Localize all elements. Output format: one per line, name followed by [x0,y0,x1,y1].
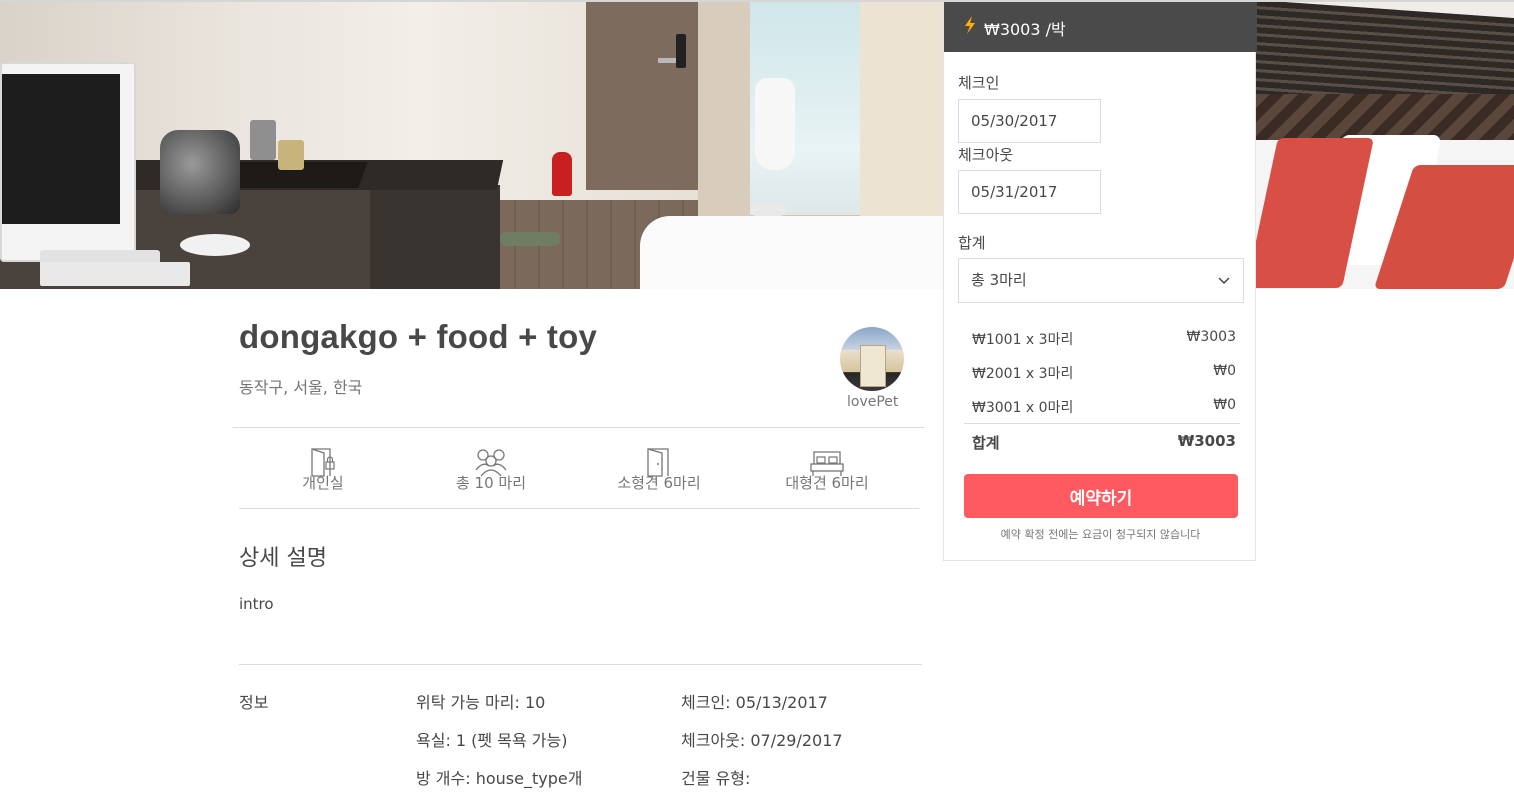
price-line-amount: ₩0 [1213,397,1236,413]
checkout-date-input[interactable]: 05/31/2017 [958,170,1101,214]
price-line: ₩3001 x 0마리 ₩0 [972,397,1236,417]
book-button[interactable]: 예약하기 [964,474,1238,518]
listing-photo[interactable] [0,0,1514,289]
pet-count-select[interactable]: 총 3마리 [958,258,1244,303]
price-line-label: ₩1001 x 3마리 [972,332,1074,348]
price-line-amount: ₩0 [1213,363,1236,379]
info-capacity: 위탁 가능 마리: 10 [416,693,546,712]
checkout-label: 체크아웃 [958,146,1014,164]
amenity-label: 총 10 마리 [455,474,527,492]
info-checkout: 체크아웃: 07/29/2017 [681,731,843,750]
booking-card: ₩3003 /박 체크인 05/30/2017 체크아웃 05/31/2017 … [943,2,1257,561]
lightning-icon [965,16,975,34]
info-heading: 정보 [239,693,269,712]
info-building-type: 건물 유형: [681,769,751,788]
guests-label: 합계 [958,234,986,252]
listing-title: dongakgo + food + toy [239,318,598,355]
total-amount: ₩3003 [1177,432,1236,450]
host-avatar[interactable] [840,327,904,391]
amenity-small-dogs: 소형견 6마리 [574,446,744,493]
checkin-label: 체크인 [958,74,1000,92]
chevron-down-icon [1218,277,1230,285]
amenity-room-type: 개인실 [238,446,408,493]
price-line: ₩1001 x 3마리 ₩3003 [972,329,1236,349]
divider [233,427,924,428]
listing-location: 동작구, 서울, 한국 [239,378,363,397]
info-checkin: 체크인: 05/13/2017 [681,693,828,712]
total-row: 합계 ₩3003 [972,432,1236,453]
description-heading: 상세 설명 [239,546,327,571]
price-line-label: ₩3001 x 0마리 [972,400,1074,416]
price-per-night: ₩3003 /박 [984,20,1066,39]
divider [239,508,919,509]
amenity-label: 개인실 [302,474,344,492]
checkin-date-input[interactable]: 05/30/2017 [958,99,1101,143]
host-name[interactable]: lovePet [847,394,898,410]
amenity-label: 소형견 6마리 [617,474,701,492]
price-line: ₩2001 x 3마리 ₩0 [972,363,1236,383]
divider [964,423,1240,424]
booking-note: 예약 확정 전에는 요금이 청구되지 않습니다 [1000,528,1201,541]
room-door [586,0,698,190]
amenity-capacity: 총 10 마리 [406,446,576,493]
info-bath: 욕실: 1 (펫 목욕 가능) [416,731,568,750]
description-text: intro [239,595,274,613]
price-header: ₩3003 /박 [944,2,1257,52]
price-line-label: ₩2001 x 3마리 [972,366,1074,382]
price-line-amount: ₩3003 [1186,329,1236,345]
divider [239,664,922,665]
listing-page: dongakgo + food + toy 동작구, 서울, 한국 lovePe… [0,0,1514,809]
amenity-large-dogs: 대형견 6마리 [742,446,912,493]
total-label: 합계 [972,434,1000,452]
info-rooms: 방 개수: house_type개 [416,769,583,788]
amenity-label: 대형견 6마리 [785,474,869,492]
pet-count-value: 총 3마리 [971,271,1027,289]
